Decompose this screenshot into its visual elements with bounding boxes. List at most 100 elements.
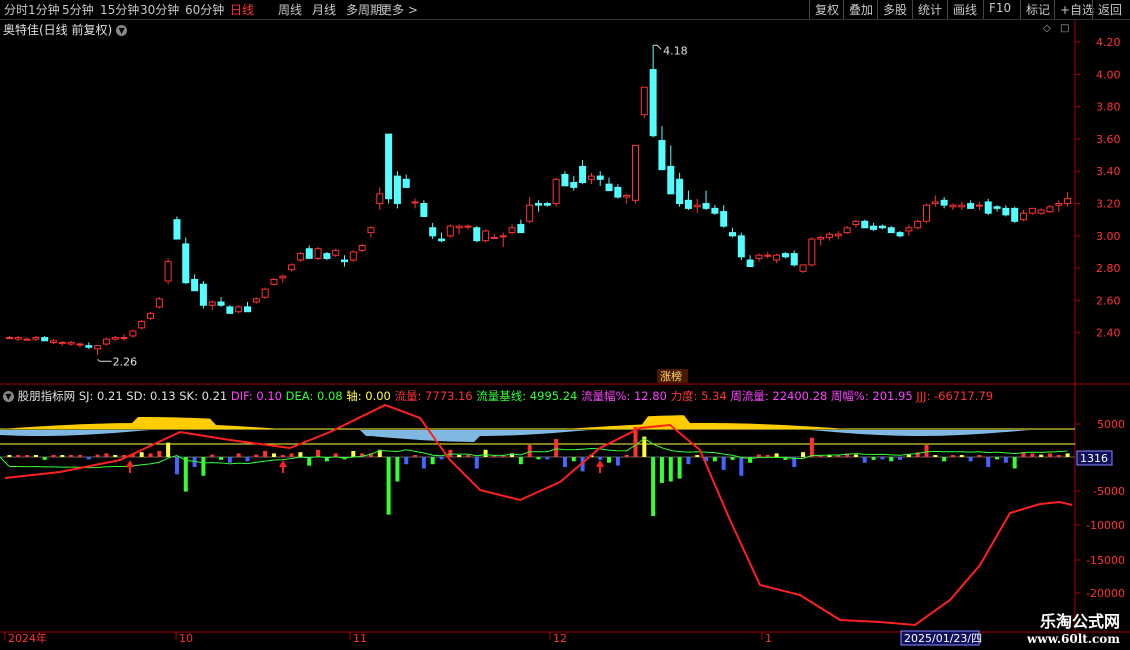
candle-body[interactable] xyxy=(640,86,648,116)
period-tab-4[interactable]: 30分钟 xyxy=(140,1,179,18)
toolbar-btn-8[interactable]: 返回 xyxy=(1092,0,1130,19)
candle-body[interactable] xyxy=(676,178,684,205)
candle-body[interactable] xyxy=(1046,206,1054,213)
candle-body[interactable] xyxy=(1037,209,1045,214)
candle-body[interactable] xyxy=(870,225,878,230)
candle-body[interactable] xyxy=(191,278,199,292)
candle-body[interactable] xyxy=(446,225,454,237)
period-tab-5[interactable]: 60分钟 xyxy=(185,1,224,18)
toolbar-btn-4[interactable]: 画线 xyxy=(947,0,983,19)
candle-body[interactable] xyxy=(305,248,313,259)
candle-body[interactable] xyxy=(14,337,22,340)
candle-body[interactable] xyxy=(543,203,551,206)
toolbar-btn-3[interactable]: 统计 xyxy=(912,0,947,19)
candle-body[interactable] xyxy=(535,203,542,206)
candle-body[interactable] xyxy=(914,220,922,229)
toolbar-btn-5[interactable]: F10 xyxy=(983,0,1020,19)
candle-body[interactable] xyxy=(764,254,772,257)
candle-body[interactable] xyxy=(261,288,269,298)
candle-body[interactable] xyxy=(1055,203,1063,206)
candle-body[interactable] xyxy=(199,283,207,306)
candle-body[interactable] xyxy=(746,259,754,268)
candle-body[interactable] xyxy=(508,227,516,234)
candle-body[interactable] xyxy=(684,199,692,209)
candle-body[interactable] xyxy=(208,301,216,306)
candle-body[interactable] xyxy=(94,345,102,350)
candle-body[interactable] xyxy=(790,253,798,266)
candle-body[interactable] xyxy=(923,204,930,222)
candle-body[interactable] xyxy=(632,144,639,201)
period-tab-7[interactable]: 周线 xyxy=(278,1,302,18)
limit-up-tag[interactable]: 涨榜 xyxy=(660,369,682,383)
candle-body[interactable] xyxy=(288,264,296,271)
candle-body[interactable] xyxy=(349,251,357,261)
candle-body[interactable] xyxy=(649,69,657,137)
candle-body[interactable] xyxy=(561,173,569,187)
candle-body[interactable] xyxy=(473,227,481,242)
candle-body[interactable] xyxy=(1002,207,1010,216)
candle-body[interactable] xyxy=(905,227,913,232)
toolbar-btn-2[interactable]: 多股 xyxy=(877,0,912,19)
candle-body[interactable] xyxy=(217,301,225,306)
kline-chart[interactable]: 4.20 4.00 3.80 3.60 3.40 3.20 3.00 2.80 2.60 2.40… xyxy=(0,20,1130,650)
toolbar-btn-0[interactable]: 复权 xyxy=(809,0,843,19)
candle-body[interactable] xyxy=(808,238,816,266)
period-tab-10[interactable]: 更多 > xyxy=(380,1,418,18)
candle-body[interactable] xyxy=(182,243,190,284)
candle-body[interactable] xyxy=(155,298,163,308)
period-tab-8[interactable]: 月线 xyxy=(312,1,336,18)
candle-body[interactable] xyxy=(596,175,604,180)
toolbar-btn-6[interactable]: 标记 xyxy=(1020,0,1054,19)
candle-body[interactable] xyxy=(958,204,966,208)
period-tab-0[interactable]: 分时 xyxy=(4,1,28,18)
candle-body[interactable] xyxy=(949,204,957,208)
period-tab-2[interactable]: 5分钟 xyxy=(62,1,94,18)
candle-body[interactable] xyxy=(861,220,869,229)
candle-body[interactable] xyxy=(737,235,745,258)
candle-body[interactable] xyxy=(102,338,110,345)
candle-body[interactable] xyxy=(878,225,886,229)
period-tab-6[interactable]: 日线 xyxy=(230,1,254,18)
candle-body[interactable] xyxy=(429,227,437,237)
candle-body[interactable] xyxy=(23,338,31,341)
candle-body[interactable] xyxy=(482,230,490,242)
candle-body[interactable] xyxy=(896,232,904,237)
candle-body[interactable] xyxy=(67,341,75,345)
toolbar-btn-1[interactable]: 叠加 xyxy=(843,0,877,19)
candle-body[interactable] xyxy=(931,201,939,205)
candle-body[interactable] xyxy=(244,306,251,313)
candle-body[interactable] xyxy=(5,337,13,340)
candle-body[interactable] xyxy=(517,224,525,234)
candle-body[interactable] xyxy=(1064,198,1072,205)
candle-body[interactable] xyxy=(385,133,393,200)
candle-body[interactable] xyxy=(781,253,789,258)
candle-body[interactable] xyxy=(455,225,463,229)
chevron-down-icon[interactable]: ▼ xyxy=(3,391,14,402)
period-tab-3[interactable]: 15分钟 xyxy=(100,1,139,18)
candle-body[interactable] xyxy=(843,227,851,234)
candle-body[interactable] xyxy=(50,340,57,343)
candle-body[interactable] xyxy=(323,253,331,259)
candle-body[interactable] xyxy=(587,175,595,180)
candle-body[interactable] xyxy=(579,165,587,184)
candle-body[interactable] xyxy=(332,249,340,256)
candle-body[interactable] xyxy=(667,165,675,195)
candle-body[interactable] xyxy=(490,236,498,239)
candle-body[interactable] xyxy=(341,259,348,263)
candle-body[interactable] xyxy=(226,306,234,314)
candle-body[interactable] xyxy=(834,233,842,237)
diamond-icon[interactable]: ◇ xyxy=(1043,23,1051,34)
candle-body[interactable] xyxy=(32,337,40,340)
candle-body[interactable] xyxy=(270,278,278,285)
candle-body[interactable] xyxy=(464,225,472,228)
candle-body[interactable] xyxy=(623,194,631,198)
candle-body[interactable] xyxy=(773,254,781,261)
period-tab-1[interactable]: 1分钟 xyxy=(28,1,60,18)
candle-body[interactable] xyxy=(993,206,1001,209)
candle-body[interactable] xyxy=(967,203,975,209)
candle-body[interactable] xyxy=(1020,212,1027,221)
candle-body[interactable] xyxy=(252,298,260,303)
period-tab-9[interactable]: 多周期 xyxy=(346,1,382,18)
indicator-name[interactable]: 股朋指标网 xyxy=(18,389,76,403)
candle-body[interactable] xyxy=(402,178,410,188)
